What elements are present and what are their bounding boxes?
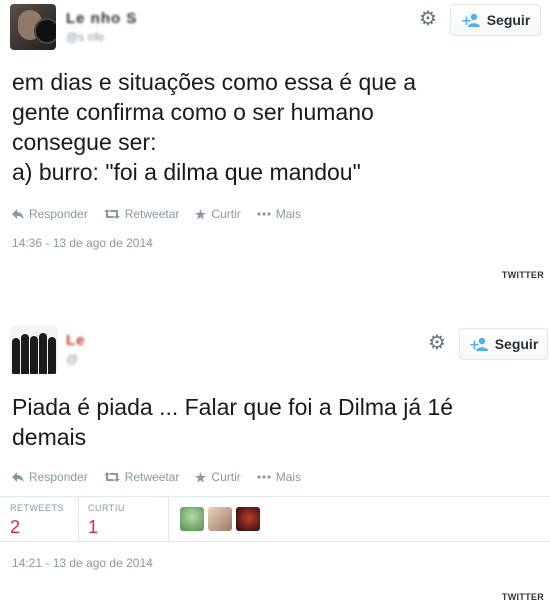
more-action[interactable]: Mais <box>257 207 301 221</box>
reply-action[interactable]: Responder <box>12 470 88 484</box>
tweet-actions: Responder Retweetar Curtir Mais <box>12 470 301 484</box>
tweet-stats: RETWEETS 2 CURTIU 1 <box>0 496 550 542</box>
avatar[interactable] <box>10 4 56 50</box>
more-action[interactable]: Mais <box>257 470 301 484</box>
like-action[interactable]: Curtir <box>195 207 241 221</box>
user-handle[interactable]: @s nfe <box>66 30 104 44</box>
reply-action[interactable]: Responder <box>12 207 88 221</box>
tweet-actions: Responder Retweetar Curtir Mais <box>12 207 301 221</box>
likes-count: 1 <box>88 517 99 537</box>
image-credit: TWITTER <box>501 270 544 280</box>
add-user-icon: + <box>461 13 480 27</box>
retweet-icon <box>103 472 120 482</box>
like-action[interactable]: Curtir <box>195 470 241 484</box>
divider <box>78 497 79 541</box>
tweet-timestamp[interactable]: 14:21 - 13 de ago de 2014 <box>12 556 153 570</box>
likes-stat[interactable]: CURTIU 1 <box>88 503 125 538</box>
user-name[interactable]: Le <box>66 332 86 349</box>
liker-avatar[interactable] <box>236 507 260 531</box>
tweet-text: em dias e situações como essa é que a ge… <box>12 69 417 185</box>
tweet-timestamp[interactable]: 14:36 - 13 de ago de 2014 <box>12 236 153 250</box>
more-dots-icon <box>257 475 271 479</box>
reply-icon <box>12 209 24 219</box>
star-icon <box>195 208 207 220</box>
follow-button[interactable]: + Seguir <box>450 4 541 36</box>
reply-icon <box>12 472 24 482</box>
add-user-icon: + <box>469 337 488 351</box>
retweet-icon <box>103 209 120 219</box>
retweet-action[interactable]: Retweetar <box>103 470 179 484</box>
follow-label: Seguir <box>494 336 539 352</box>
avatar[interactable] <box>10 326 58 374</box>
gear-icon[interactable]: ⚙ <box>418 9 438 29</box>
liker-avatar[interactable] <box>180 507 204 531</box>
tweet-card: Le nho S @s nfe ⚙ + Seguir em dias e sit… <box>0 0 550 265</box>
follow-label: Seguir <box>486 12 531 28</box>
retweets-count: 2 <box>10 517 21 537</box>
tweet-text: Piada é piada ... Falar que foi a Dilma … <box>12 394 454 450</box>
retweet-action[interactable]: Retweetar <box>103 207 179 221</box>
follow-button[interactable]: + Seguir <box>459 328 548 360</box>
more-dots-icon <box>257 212 271 216</box>
retweets-label: RETWEETS <box>10 503 65 513</box>
star-icon <box>195 471 207 483</box>
likes-label: CURTIU <box>88 503 125 513</box>
gear-icon[interactable]: ⚙ <box>427 333 447 353</box>
user-name[interactable]: Le nho S <box>66 10 137 27</box>
image-credit: TWITTER <box>501 592 544 602</box>
retweets-stat[interactable]: RETWEETS 2 <box>10 503 64 538</box>
tweet-card: Le @ ⚙ + Seguir Piada é piada ... Falar … <box>0 318 550 588</box>
liker-avatar[interactable] <box>208 507 232 531</box>
divider <box>168 497 169 541</box>
user-handle[interactable]: @ <box>66 352 78 366</box>
